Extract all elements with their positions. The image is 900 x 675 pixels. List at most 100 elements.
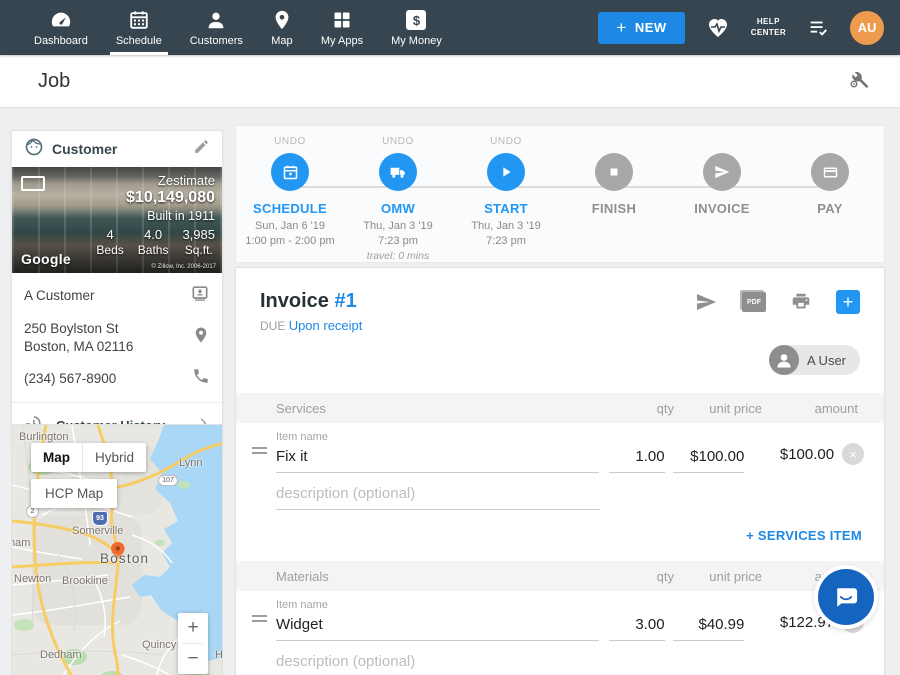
nav-schedule[interactable]: Schedule xyxy=(102,0,176,55)
credit-card-icon xyxy=(822,164,839,181)
built-year: Built in 1911 xyxy=(96,209,215,223)
timeline-step-pay: PAY xyxy=(776,126,884,262)
edit-pencil-icon[interactable] xyxy=(193,138,210,160)
map-label-hingham: Hi xyxy=(215,649,223,661)
service-description-input[interactable] xyxy=(276,483,600,510)
service-unit-price-input[interactable] xyxy=(673,446,745,473)
customer-card-header: Customer xyxy=(12,131,222,167)
location-pin-icon[interactable] xyxy=(192,326,210,349)
print-icon[interactable] xyxy=(790,291,812,313)
due-terms-link[interactable]: Upon receipt xyxy=(289,318,363,333)
help-center-link[interactable]: HELP CENTER xyxy=(751,17,786,38)
nav-my-money[interactable]: $ My Money xyxy=(377,0,456,55)
assigned-user-row: A User xyxy=(236,333,884,375)
street-view-icon[interactable] xyxy=(21,176,45,191)
assigned-user-name: A User xyxy=(807,353,846,368)
hcp-map-button[interactable]: HCP Map xyxy=(31,479,117,508)
new-button-label: NEW xyxy=(635,20,667,35)
property-stats: 4Beds 4.0Baths 3,985Sq.ft. xyxy=(96,227,215,257)
customer-card-title: Customer xyxy=(52,141,117,157)
assigned-user-pill[interactable]: A User xyxy=(769,345,860,375)
stat-sqft: 3,985Sq.ft. xyxy=(182,227,215,257)
health-heart-icon[interactable] xyxy=(705,16,731,40)
send-invoice-icon[interactable] xyxy=(694,290,718,314)
contact-card-icon[interactable] xyxy=(190,283,210,308)
user-avatar[interactable]: AU xyxy=(850,11,884,45)
material-description-input[interactable] xyxy=(276,651,600,675)
undo-start-button[interactable]: UNDO xyxy=(490,136,522,150)
service-line-item: Item name $100.00 × xyxy=(236,423,884,473)
dashboard-icon xyxy=(50,8,72,32)
undo-schedule-button[interactable]: UNDO xyxy=(274,136,306,150)
map-type-hybrid-button[interactable]: Hybrid xyxy=(83,443,146,472)
customer-address: 250 Boylston St Boston, MA 02116 xyxy=(24,320,133,355)
add-invoice-button[interactable]: + xyxy=(836,290,860,314)
invoice-step-button[interactable] xyxy=(703,153,741,191)
stop-icon xyxy=(607,165,621,179)
omw-step-button[interactable] xyxy=(379,153,417,191)
material-unit-price-input[interactable] xyxy=(673,614,745,641)
customer-card: Customer Zestimate $10,149,080 Built in … xyxy=(11,130,223,449)
nav-customers[interactable]: Customers xyxy=(176,0,257,55)
undo-omw-button[interactable]: UNDO xyxy=(382,136,414,150)
money-icon: $ xyxy=(406,8,426,32)
unit-price-column-header: unit price xyxy=(682,401,762,416)
page-header: Job xyxy=(0,55,900,108)
item-name-label: Item name xyxy=(276,431,599,443)
pay-step-label: PAY xyxy=(817,201,842,216)
nav-dashboard[interactable]: Dashboard xyxy=(20,0,102,55)
i93-shield: 93 xyxy=(92,511,108,526)
qty-column-header: qty xyxy=(608,401,674,416)
drag-handle-icon[interactable] xyxy=(252,612,272,625)
material-amount: $122.97 xyxy=(756,614,834,641)
service-item-name-input[interactable] xyxy=(276,446,599,473)
start-step-button[interactable] xyxy=(487,153,525,191)
nav-map[interactable]: Map xyxy=(257,0,307,55)
messenger-icon xyxy=(832,583,860,611)
zoom-in-button[interactable]: + xyxy=(178,613,208,643)
chat-launcher-button[interactable] xyxy=(818,569,874,625)
zillow-attribution: © Zillow, Inc. 2006-2017 xyxy=(152,264,216,270)
customer-name: A Customer xyxy=(24,287,95,305)
apps-grid-icon xyxy=(332,8,352,32)
add-services-item-link[interactable]: + SERVICES ITEM xyxy=(746,528,862,543)
invoice-due: DUE Upon receipt xyxy=(260,318,362,333)
remove-service-item-button[interactable]: × xyxy=(842,443,864,465)
start-step-label: START xyxy=(484,201,528,216)
map-card[interactable]: Burlington Lynn 107 2 93 Somerville ham … xyxy=(11,424,223,675)
schedule-step-label: SCHEDULE xyxy=(253,201,327,216)
phone-icon[interactable] xyxy=(192,367,210,390)
zoom-out-button[interactable]: − xyxy=(178,644,208,674)
map-label-newton: Newton xyxy=(14,573,51,585)
calendar-icon xyxy=(282,164,299,181)
service-qty-input[interactable] xyxy=(609,446,665,473)
nav-my-apps[interactable]: My Apps xyxy=(307,0,377,55)
timeline-step-schedule: UNDO SCHEDULE Sun, Jan 6 '19 1:00 pm - 2… xyxy=(236,126,344,262)
tasks-checklist-icon[interactable] xyxy=(806,17,830,39)
map-type-map-button[interactable]: Map xyxy=(31,443,82,472)
customer-phone: (234) 567-8900 xyxy=(24,370,116,388)
drag-handle-icon[interactable] xyxy=(252,444,272,457)
services-section-header: Services qty unit price amount xyxy=(236,393,884,423)
pdf-icon[interactable]: PDF xyxy=(742,292,766,312)
map-label-ham: ham xyxy=(11,537,30,549)
google-watermark: Google xyxy=(21,251,71,267)
unit-price-column-header: unit price xyxy=(682,569,762,584)
map-label-somerville: Somerville xyxy=(72,525,123,537)
map-type-control: Map Hybrid xyxy=(31,443,146,472)
help-center-line1: HELP xyxy=(751,17,786,27)
material-qty-input[interactable] xyxy=(609,614,665,641)
nav-my-apps-label: My Apps xyxy=(321,35,363,47)
property-photo[interactable]: Zestimate $10,149,080 Built in 1911 4Bed… xyxy=(12,167,222,273)
new-button[interactable]: + NEW xyxy=(598,12,684,44)
omw-step-date: Thu, Jan 3 '19 7:23 pm xyxy=(363,219,432,249)
schedule-step-button[interactable] xyxy=(271,153,309,191)
stat-beds: 4Beds xyxy=(96,227,123,257)
customer-phone-row: (234) 567-8900 xyxy=(24,367,210,390)
material-item-name-input[interactable] xyxy=(276,614,599,641)
finish-step-button[interactable] xyxy=(595,153,633,191)
send-icon xyxy=(714,164,730,180)
job-tools-icon[interactable] xyxy=(848,68,870,95)
invoice-title-block: Invoice #1 DUE Upon receipt xyxy=(260,290,362,333)
pay-step-button[interactable] xyxy=(811,153,849,191)
